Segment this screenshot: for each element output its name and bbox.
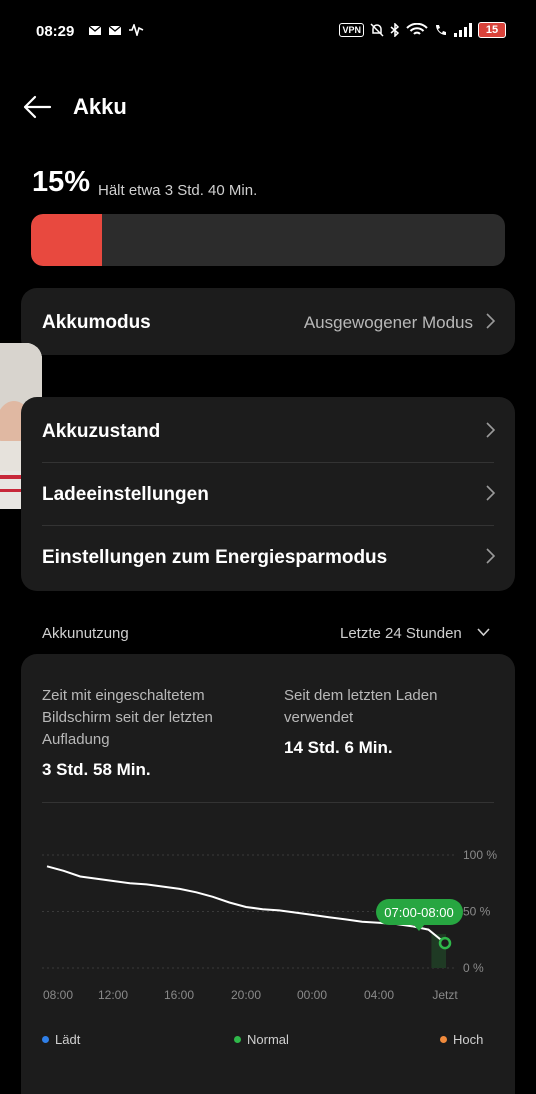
chevron-right-icon — [486, 313, 495, 329]
tooltip-label: 07:00-08:00 — [384, 905, 453, 920]
settings-item-label: Einstellungen zum Energiesparmodus — [42, 547, 388, 568]
screen-on-value: 3 Std. 58 Min. — [42, 760, 151, 779]
y-tick-label: 0 % — [463, 961, 484, 975]
legend-dot — [440, 1036, 447, 1043]
battery-settings-card: Akkuzustand Ladeeinstellungen Einstellun… — [21, 397, 515, 591]
screen-on-label-line: Aufladung — [42, 731, 110, 748]
battery-mode-card[interactable]: Akkumodus Ausgewogener Modus — [21, 288, 515, 355]
settings-item-energiesparmodus[interactable]: Einstellungen zum Energiesparmodus — [21, 526, 515, 591]
bluetooth-icon — [390, 23, 400, 37]
x-tick-label: 20:00 — [231, 988, 261, 1002]
chevron-right-icon — [486, 548, 495, 564]
x-tick-label: 00:00 — [297, 988, 327, 1002]
battery-level-fill — [31, 214, 103, 266]
x-tick-label: 12:00 — [98, 988, 128, 1002]
legend-label: Normal — [247, 1032, 289, 1047]
since-charge-label-line: verwendet — [284, 709, 354, 726]
y-tick-label: 50 % — [463, 905, 491, 919]
usage-section-label: Akkunutzung — [42, 625, 129, 642]
wifi-call-icon — [436, 25, 446, 35]
screen-on-label-line: Bildschirm seit der letzten — [42, 709, 213, 726]
status-time: 08:29 — [36, 23, 75, 40]
battery-remaining: Hält etwa 3 Std. 40 Min. — [98, 182, 258, 199]
wifi-icon — [406, 23, 428, 35]
range-dropdown-label: Letzte 24 Stunden — [340, 625, 462, 642]
legend-item-hoch: Hoch — [440, 1032, 483, 1047]
signal-icon — [454, 23, 472, 37]
chevron-right-icon — [486, 422, 495, 438]
legend-dot — [42, 1036, 49, 1043]
y-tick-label: 100 % — [463, 848, 497, 862]
x-tick-label: Jetzt — [432, 988, 458, 1002]
battery-usage-chart: 100 % 50 % 0 % 07:00-08:00 08:00 12:00 16:00 20… — [42, 848, 497, 1002]
chart-tooltip: 07:00-08:00 — [376, 899, 463, 931]
battery-mode-label: Akkumodus — [42, 312, 151, 333]
activity-icon — [129, 24, 144, 36]
legend-dot — [234, 1036, 241, 1043]
divider — [42, 802, 494, 803]
vpn-icon: VPN — [339, 23, 364, 37]
usage-card: Zeit mit eingeschaltetem Bildschirm seit… — [21, 654, 515, 1094]
legend-item-normal: Normal — [234, 1032, 289, 1047]
settings-item-akkuzustand[interactable]: Akkuzustand — [21, 397, 515, 461]
since-charge-label: Seit dem letzten Laden verwendet — [284, 685, 437, 729]
screen-on-label-line: Zeit mit eingeschaltetem — [42, 687, 205, 704]
since-charge-value: 14 Std. 6 Min. — [284, 738, 393, 757]
legend-label: Lädt — [55, 1032, 81, 1047]
since-charge-label-line: Seit dem letzten Laden — [284, 687, 438, 704]
mail-icon — [108, 25, 122, 35]
legend-label: Hoch — [453, 1032, 484, 1047]
mail-icon — [88, 25, 102, 35]
x-tick-label: 04:00 — [364, 988, 394, 1002]
chevron-down-icon — [477, 628, 490, 637]
current-point-marker[interactable] — [438, 936, 452, 950]
settings-item-label: Akkuzustand — [42, 421, 161, 442]
system-icons: VPN 15 — [339, 22, 506, 38]
bell-off-icon — [370, 23, 384, 37]
settings-item-label: Ladeeinstellungen — [42, 484, 209, 505]
chevron-right-icon — [486, 485, 495, 501]
battery-mode-value: Ausgewogener Modus — [303, 313, 473, 332]
status-bar: 08:29 VPN 15 — [0, 0, 536, 64]
settings-item-ladeeinstellungen[interactable]: Ladeeinstellungen — [21, 463, 515, 525]
screen-on-label: Zeit mit eingeschaltetem Bildschirm seit… — [42, 685, 213, 751]
x-tick-label: 16:00 — [164, 988, 194, 1002]
notification-icons — [88, 24, 144, 36]
legend-item-laedt: Lädt — [42, 1032, 80, 1047]
battery-level-bar — [31, 214, 505, 266]
page-title: Akku — [73, 94, 127, 119]
battery-percent: 15% — [32, 166, 91, 198]
x-tick-label: 08:00 — [43, 988, 73, 1002]
back-arrow-icon[interactable] — [22, 94, 52, 120]
page-header: Akku — [0, 84, 536, 134]
battery-icon: 15 — [478, 22, 506, 38]
range-dropdown[interactable]: Letzte 24 Stunden — [340, 622, 492, 646]
